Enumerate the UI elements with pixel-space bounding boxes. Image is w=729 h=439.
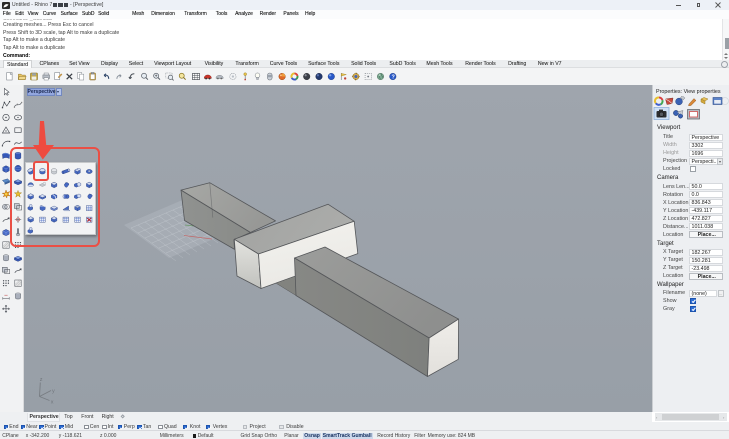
svg-text:y: y [52, 389, 55, 395]
svg-text:z: z [40, 377, 43, 383]
svg-text:x: x [51, 400, 54, 406]
